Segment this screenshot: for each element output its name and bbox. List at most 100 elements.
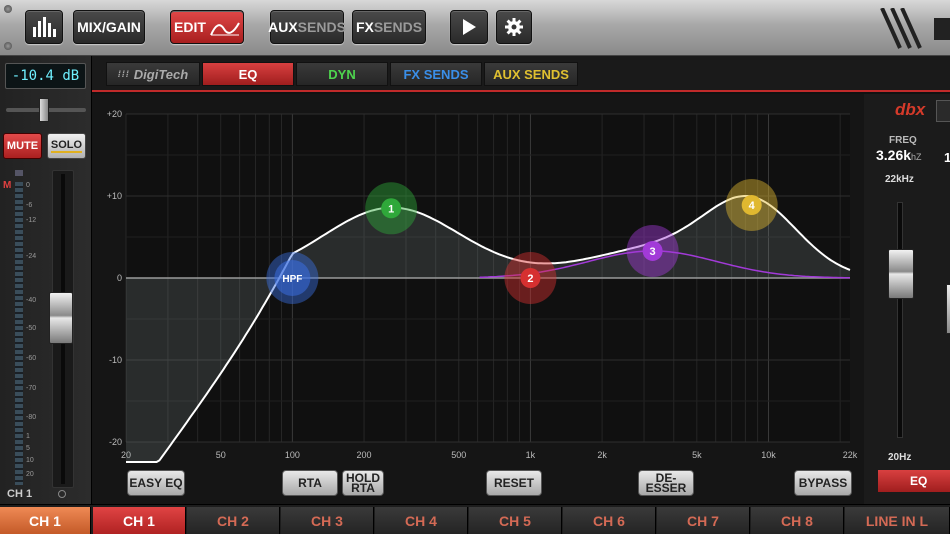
bypass-button[interactable]: BYPASS: [794, 470, 852, 496]
eq-band-label: 3: [650, 246, 656, 258]
channel-tab[interactable]: CH 2: [187, 507, 280, 534]
tab-eq[interactable]: EQ: [202, 62, 294, 86]
x-tick-label: 100: [285, 450, 300, 460]
mute-label: MUTE: [6, 140, 39, 152]
bypass-label: BYPASS: [798, 476, 848, 490]
meter-scale-label: -24: [26, 253, 37, 260]
meter-scale-label: -70: [26, 385, 37, 392]
channel-tab[interactable]: CH 7: [657, 507, 750, 534]
y-tick-label: 0: [117, 273, 122, 283]
fx-sends-label-b: SENDS: [373, 19, 423, 35]
easy-eq-label: EASY EQ: [129, 476, 183, 490]
play-icon: [463, 19, 476, 35]
meter-scale-label: 5: [26, 445, 30, 452]
channel-strip: -10.4 dB MUTE SOLO M 0 -6 -12 -24 -40 -50 -60 -…: [0, 56, 92, 504]
fx-sends-button[interactable]: FX SENDS: [352, 10, 426, 44]
tab-fx-sends-label: FX SENDS: [403, 66, 469, 82]
rta-label: RTA: [298, 476, 322, 490]
de-esser-button[interactable]: DE-ESSER: [638, 470, 694, 496]
aux-sends-button[interactable]: AUX SENDS: [268, 10, 346, 44]
second-panel-edge: [936, 100, 950, 122]
mix-gain-button[interactable]: MIX/GAIN: [73, 10, 145, 44]
tab-aux-sends[interactable]: AUX SENDS: [484, 62, 578, 86]
rta-button[interactable]: RTA: [282, 470, 338, 496]
x-tick-label: 1k: [526, 450, 536, 460]
trim-slider-handle[interactable]: [39, 98, 49, 122]
meter-peak-label: M: [3, 180, 12, 191]
meter-scale-label: -80: [26, 414, 37, 421]
channel-tab[interactable]: CH 1: [93, 507, 186, 534]
easy-eq-button[interactable]: EASY EQ: [127, 470, 185, 496]
tab-dyn[interactable]: DYN: [296, 62, 388, 86]
edit-button[interactable]: EDIT: [170, 10, 244, 44]
mix-gain-label: MIX/GAIN: [77, 19, 141, 35]
fx-sends-label-a: FX: [355, 19, 374, 35]
freq-label: FREQ: [889, 135, 917, 146]
meter-scale-label: -6: [26, 202, 33, 209]
meter-scale-label: -12: [26, 217, 37, 224]
channel-tab[interactable]: CH 6: [563, 507, 656, 534]
y-tick-label: +10: [107, 191, 122, 201]
x-tick-label: 22k: [843, 450, 858, 460]
freq-value: 3.26k: [876, 147, 912, 163]
play-button[interactable]: [450, 10, 488, 44]
hold-rta-button[interactable]: HOLD RTA: [342, 470, 384, 496]
meter-scale-label: -40: [26, 297, 37, 304]
current-channel-indicator: CH 1: [0, 507, 91, 534]
dbx-logo: dbx: [895, 100, 926, 119]
gear-icon: [505, 18, 523, 36]
reset-label: RESET: [493, 476, 534, 490]
mute-button[interactable]: MUTE: [3, 133, 42, 159]
gain-display[interactable]: -10.4 dB: [5, 63, 86, 89]
channel-tab[interactable]: CH 4: [375, 507, 468, 534]
screw-icon: [4, 42, 12, 50]
channel-tab[interactable]: LINE IN L: [845, 507, 950, 534]
channel-tab[interactable]: CH 3: [281, 507, 374, 534]
meter-scale-label: 1: [26, 433, 30, 440]
y-tick-label: +20: [107, 109, 122, 119]
edit-label: EDIT: [174, 19, 206, 35]
meter-scale-label: -60: [26, 355, 37, 362]
freq-unit: hZ: [911, 152, 922, 162]
settings-button[interactable]: [496, 10, 532, 44]
eq-band-label: 4: [749, 200, 756, 212]
de-esser-label: DE-ESSER: [645, 471, 687, 495]
eq-enable-label: EQ: [910, 474, 928, 488]
eq-curve-icon: [210, 22, 240, 36]
eq-band-label: 1: [388, 203, 394, 215]
x-tick-label: 50: [216, 450, 226, 460]
freq-bottom-range: 20Hz: [888, 452, 912, 463]
eq-panel: +20 +10 0 -10 -20 20 50 100 200 500 1k 2k 5k 10k 22k HP…: [92, 94, 864, 504]
band-parameter-panel: dbx FREQ 3.26khZ 1 22kHz 20Hz EQ: [864, 94, 950, 504]
meter-scale-label: -50: [26, 325, 37, 332]
second-freq-partial: 1: [944, 150, 950, 165]
current-channel-label: CH 1: [29, 512, 61, 529]
freq-fader-handle[interactable]: [888, 249, 914, 299]
meters-button[interactable]: [25, 10, 63, 44]
reset-button[interactable]: RESET: [486, 470, 542, 496]
x-tick-label: 500: [451, 450, 466, 460]
channel-selector: CH 1 CH 1 CH 2 CH 3 CH 4 CH 5 CH 6 CH 7 CH 8 LIN…: [0, 504, 950, 534]
meter-scale-label: 20: [26, 471, 34, 478]
x-tick-label: 5k: [692, 450, 702, 460]
freq-fader-track[interactable]: [897, 202, 903, 438]
channel-tab[interactable]: CH 8: [751, 507, 844, 534]
x-tick-label: 10k: [761, 450, 776, 460]
solo-button[interactable]: SOLO: [47, 133, 86, 159]
eq-band-label: 2: [527, 273, 533, 285]
aux-sends-label-a: AUX: [268, 19, 298, 35]
eq-enable-button[interactable]: EQ: [878, 470, 950, 492]
x-tick-label: 2k: [597, 450, 607, 460]
screw-icon: [4, 5, 12, 13]
hold-rta-label-b: RTA: [351, 481, 375, 495]
channel-fader-handle[interactable]: [49, 292, 73, 344]
meter-scale-label: 10: [26, 457, 34, 464]
freq-top-range: 22kHz: [885, 174, 914, 185]
second-fader-handle-partial[interactable]: [946, 284, 950, 334]
top-toolbar: MIX/GAIN EDIT AUX SENDS FX SENDS: [0, 0, 950, 56]
eq-graph[interactable]: +20+100-10-2020 50 100 200 500 1k 2k 5k 10k 22kHP…: [92, 94, 864, 466]
channel-tab[interactable]: CH 5: [469, 507, 562, 534]
tab-fx-sends[interactable]: FX SENDS: [390, 62, 482, 86]
solo-label: SOLO: [50, 139, 83, 153]
clip-indicator: [15, 170, 23, 176]
